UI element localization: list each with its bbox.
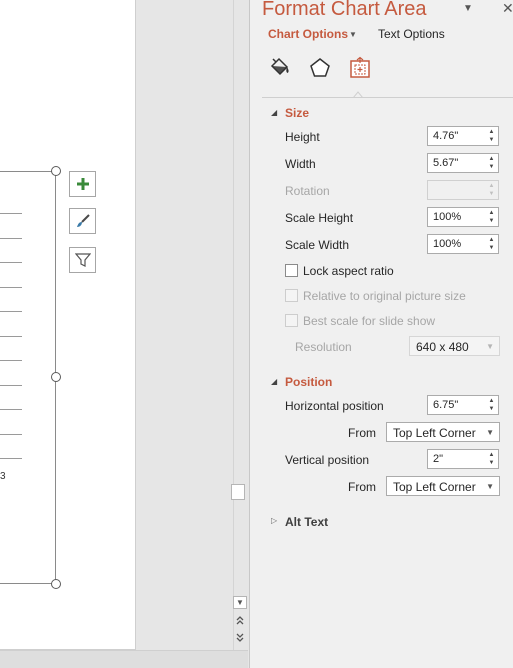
resolution-value: 640 x 480 — [416, 340, 469, 354]
relative-size-checkbox — [285, 289, 298, 302]
vertical-position-label: Vertical position — [285, 453, 370, 467]
scrollbar-thumb[interactable] — [231, 484, 245, 500]
size-properties-tab[interactable] — [346, 54, 374, 82]
chart-gridline — [0, 213, 22, 214]
fill-line-tab[interactable] — [266, 54, 294, 82]
close-pane-button[interactable]: ✕ — [502, 0, 513, 17]
chart-elements-button[interactable] — [69, 171, 96, 197]
best-scale-label: Best scale for slide show — [303, 314, 436, 328]
slide-editing-area: 3 ▼ — [0, 0, 248, 668]
chart-gridline — [0, 287, 22, 288]
chart-options-dropdown-icon[interactable]: ▼ — [349, 30, 357, 39]
format-chart-area-pane: Format Chart Area ▼ ✕ Chart Options ▼ Te… — [249, 0, 513, 668]
vertical-from-select[interactable]: Top Left Corner ▼ — [386, 476, 500, 496]
chevron-down-icon: ▼ — [486, 428, 494, 437]
paint-bucket-icon — [270, 57, 289, 76]
relative-size-label: Relative to original picture size — [303, 289, 466, 303]
scale-height-input[interactable]: 100% ▲ ▼ — [427, 207, 499, 227]
section-size-header[interactable]: Size — [285, 106, 309, 120]
resize-handle-right[interactable] — [51, 372, 61, 382]
collapse-arrow-icon[interactable]: ◢ — [271, 377, 277, 386]
vertical-from-label: From — [348, 480, 376, 494]
resolution-label: Resolution — [295, 340, 352, 354]
section-position-header[interactable]: Position — [285, 375, 332, 389]
rotation-input: ▲ ▼ — [427, 180, 499, 200]
horizontal-position-input[interactable]: 6.75" ▲ ▼ — [427, 395, 499, 415]
status-strip — [0, 650, 248, 668]
height-input[interactable]: 4.76" ▲ ▼ — [427, 126, 499, 146]
vertical-from-value: Top Left Corner — [393, 480, 476, 494]
lock-aspect-ratio-label[interactable]: Lock aspect ratio — [303, 264, 394, 278]
section-alt-text-header[interactable]: Alt Text — [285, 515, 328, 529]
width-value: 5.67" — [433, 157, 459, 169]
double-chevron-up-icon — [236, 615, 244, 624]
funnel-icon — [74, 253, 91, 267]
scale-width-spinner[interactable]: ▲ ▼ — [485, 235, 498, 253]
resolution-select: 640 x 480 ▼ — [409, 336, 500, 356]
chart-gridline — [0, 385, 22, 386]
scale-height-spinner[interactable]: ▲ ▼ — [485, 208, 498, 226]
width-spinner[interactable]: ▲ ▼ — [485, 154, 498, 172]
pentagon-icon — [310, 58, 330, 77]
scale-height-value: 100% — [433, 211, 462, 223]
vertical-position-input[interactable]: 2" ▲ ▼ — [427, 449, 499, 469]
plus-icon — [76, 178, 89, 190]
width-label: Width — [285, 157, 316, 171]
best-scale-checkbox — [285, 314, 298, 327]
vertical-position-value: 2" — [433, 453, 444, 465]
size-properties-icon — [350, 56, 370, 78]
height-spinner[interactable]: ▲ ▼ — [485, 127, 498, 145]
chart-axis-label: 3 — [0, 471, 6, 482]
chart-gridline — [0, 238, 22, 239]
horizontal-position-label: Horizontal position — [285, 399, 384, 413]
tab-chart-options[interactable]: Chart Options — [268, 27, 348, 41]
pane-title: Format Chart Area — [262, 0, 427, 20]
height-label: Height — [285, 130, 320, 144]
scale-width-value: 100% — [433, 238, 462, 250]
task-pane-options-button[interactable]: ▼ — [463, 3, 473, 14]
chart-gridline — [0, 458, 22, 459]
vertical-position-spinner[interactable]: ▲ ▼ — [485, 450, 498, 468]
chart-gridline — [0, 336, 22, 337]
vertical-scrollbar[interactable] — [233, 0, 248, 668]
width-input[interactable]: 5.67" ▲ ▼ — [427, 153, 499, 173]
resize-handle-top-right[interactable] — [51, 166, 61, 176]
horizontal-from-select[interactable]: Top Left Corner ▼ — [386, 422, 500, 442]
chart-filters-button[interactable] — [69, 247, 96, 273]
selected-chart-frame[interactable] — [0, 171, 56, 584]
next-slide-button[interactable] — [233, 630, 247, 643]
chevron-down-icon: ▼ — [486, 342, 494, 351]
scale-width-label: Scale Width — [285, 238, 350, 252]
slide-canvas: 3 — [0, 0, 136, 650]
chart-gridline — [0, 434, 22, 435]
effects-tab[interactable] — [306, 54, 334, 82]
scale-height-label: Scale Height — [285, 211, 354, 225]
chart-styles-button[interactable] — [69, 208, 96, 234]
rotation-spinner: ▲ ▼ — [488, 183, 495, 197]
rotation-label: Rotation — [285, 184, 330, 198]
paintbrush-icon — [76, 214, 90, 227]
chevron-down-icon: ▼ — [486, 482, 494, 491]
horizontal-position-value: 6.75" — [433, 399, 459, 411]
lock-aspect-ratio-checkbox[interactable] — [285, 264, 298, 277]
scale-width-input[interactable]: 100% ▲ ▼ — [427, 234, 499, 254]
horizontal-from-label: From — [348, 426, 376, 440]
horizontal-position-spinner[interactable]: ▲ ▼ — [485, 396, 498, 414]
height-value: 4.76" — [433, 130, 459, 142]
tab-text-options[interactable]: Text Options — [378, 27, 445, 41]
expand-arrow-icon[interactable]: ▷ — [271, 516, 277, 525]
tab-divider — [262, 97, 513, 98]
chart-gridline — [0, 409, 22, 410]
horizontal-from-value: Top Left Corner — [393, 426, 476, 440]
chart-gridline — [0, 360, 22, 361]
scroll-down-button[interactable]: ▼ — [233, 596, 247, 609]
collapse-arrow-icon[interactable]: ◢ — [271, 108, 277, 117]
chart-gridline — [0, 311, 22, 312]
chart-gridline — [0, 262, 22, 263]
double-chevron-down-icon — [236, 633, 244, 642]
resize-handle-bottom-right[interactable] — [51, 579, 61, 589]
previous-slide-button[interactable] — [233, 614, 247, 627]
